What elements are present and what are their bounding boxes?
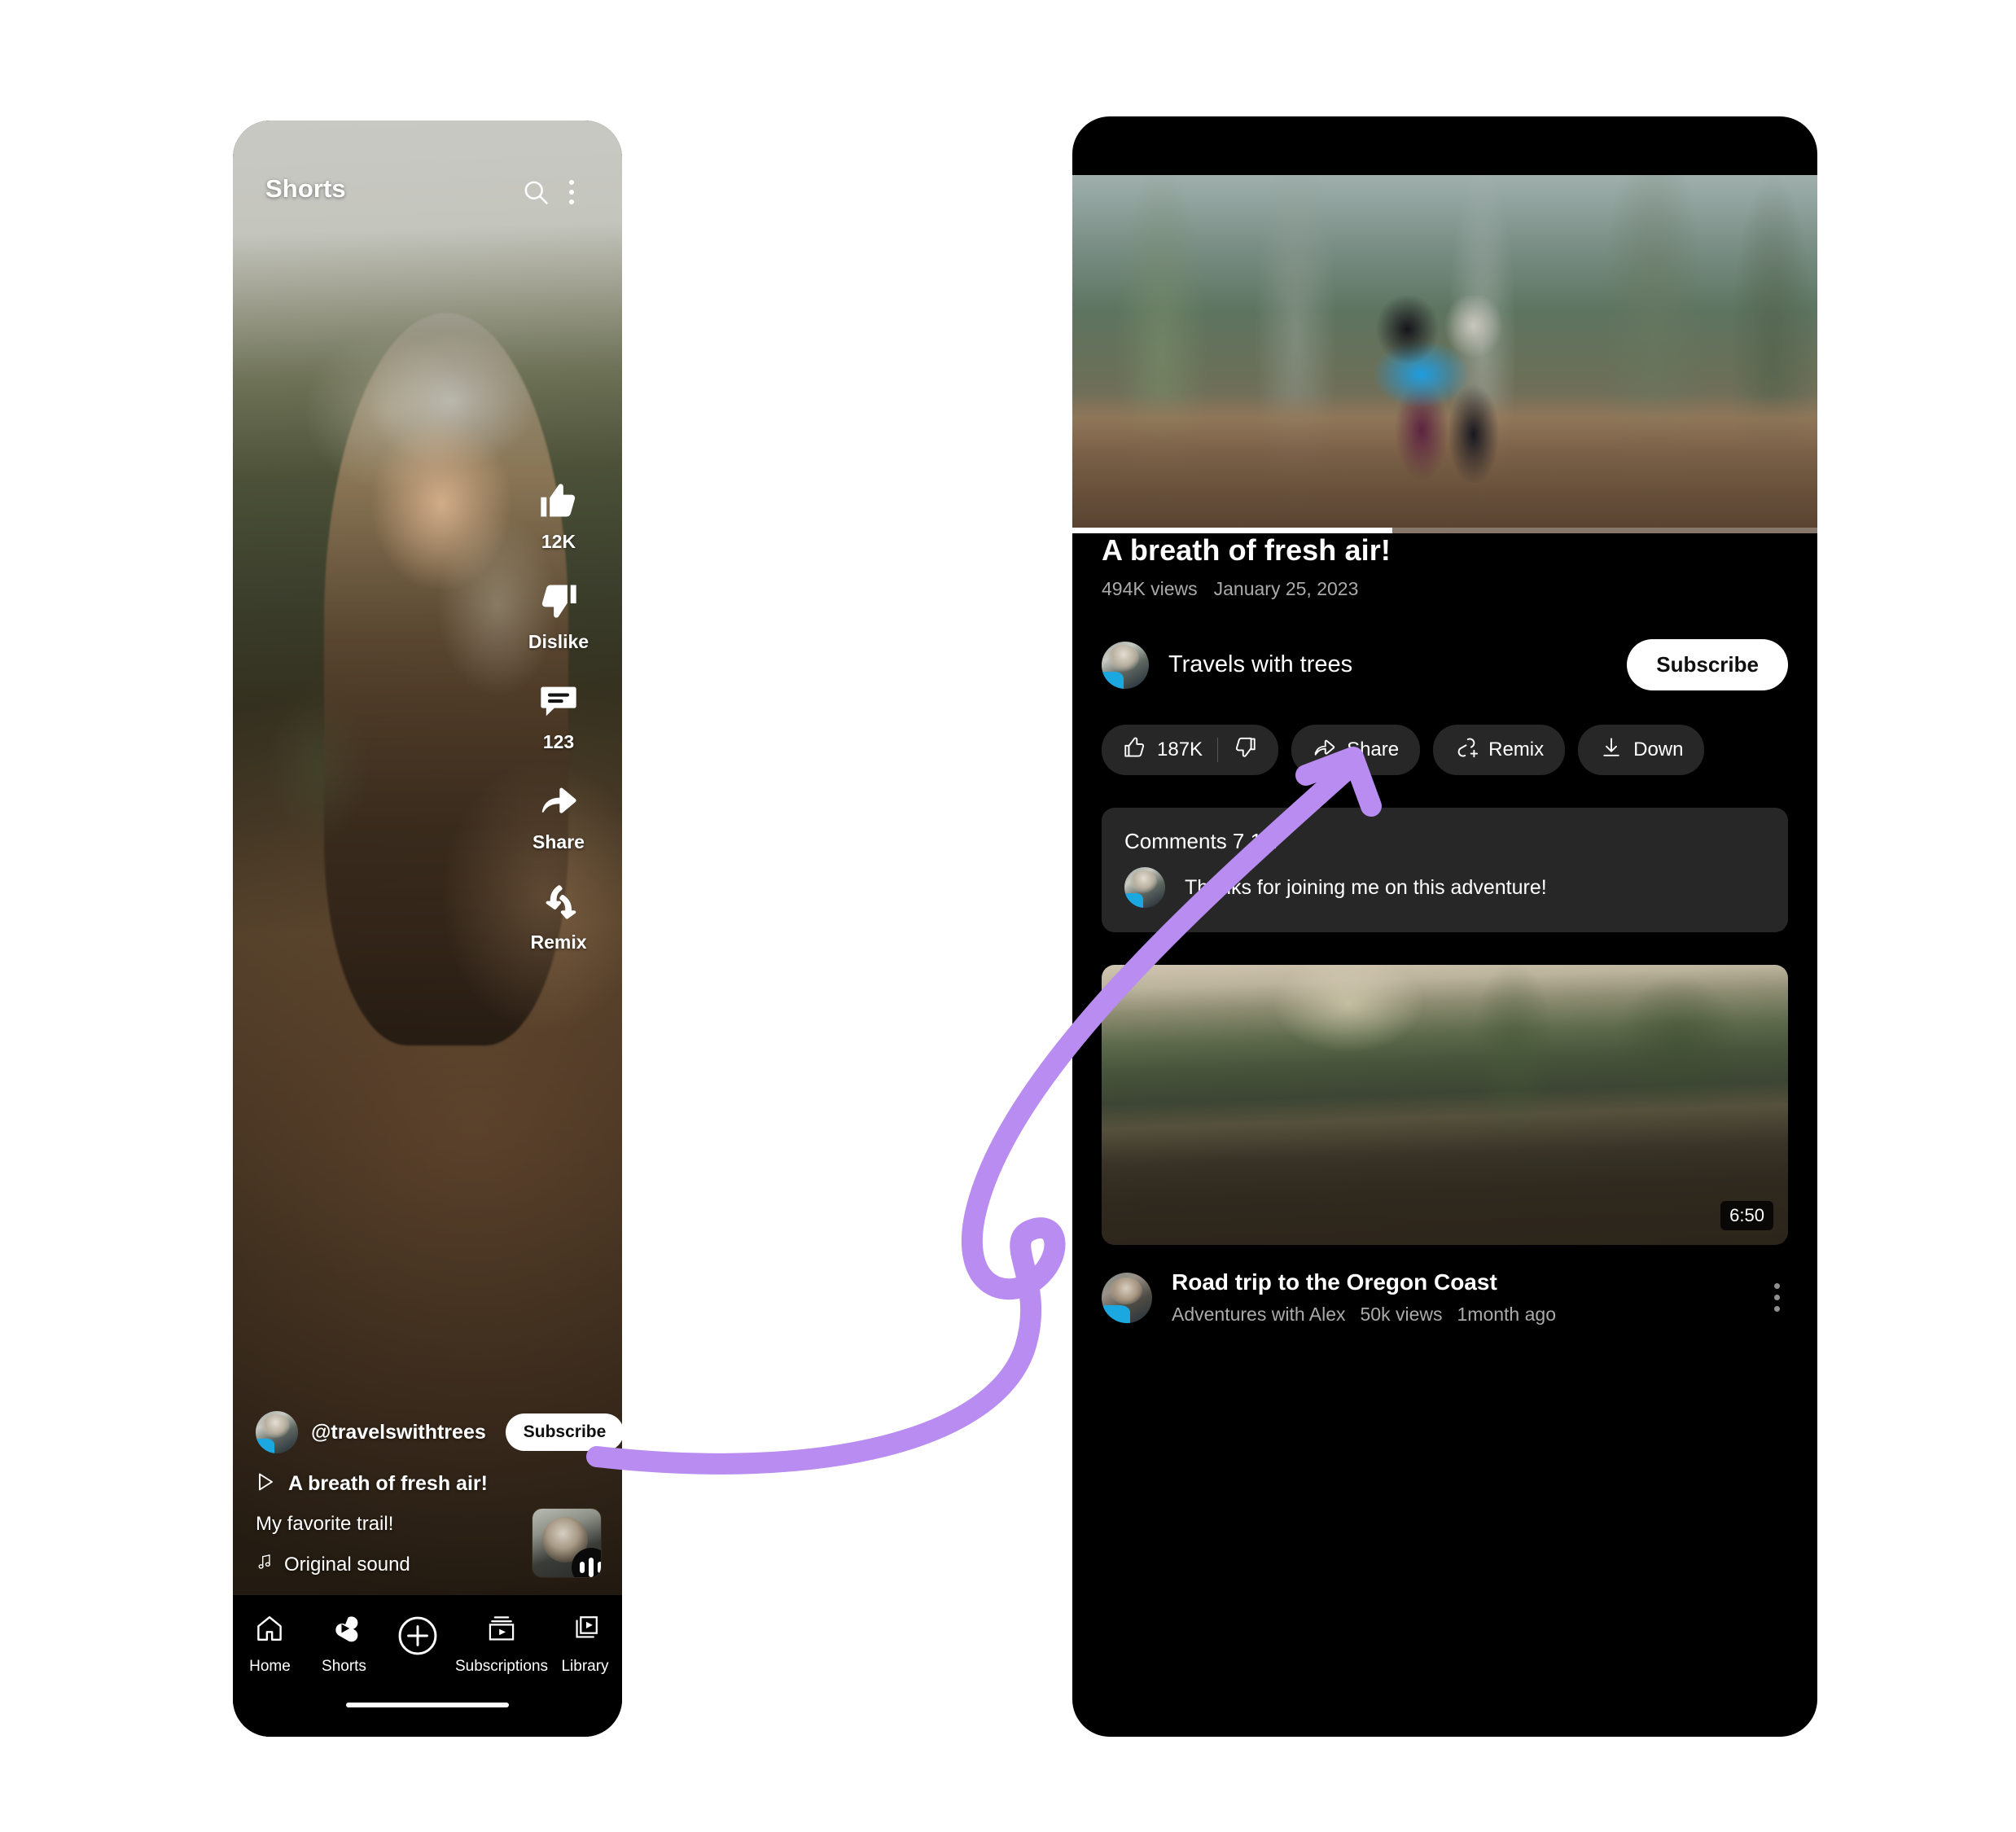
- channel-name[interactable]: Travels with trees: [1168, 651, 1352, 678]
- like-dislike-pill[interactable]: 187K: [1102, 725, 1279, 775]
- video-player[interactable]: [1072, 175, 1817, 533]
- subscribe-button[interactable]: Subscribe: [1627, 639, 1788, 690]
- channel-row[interactable]: Travels with trees Subscribe: [1102, 639, 1788, 690]
- top-comment-text: Thanks for joining me on this adventure!: [1185, 875, 1547, 899]
- library-icon: [570, 1613, 601, 1648]
- share-button[interactable]: Share: [510, 779, 607, 853]
- shorts-action-rail: 12K Dislike 123 Share Remix: [510, 479, 607, 980]
- nav-label-library: Library: [561, 1658, 609, 1675]
- share-pill[interactable]: Share: [1291, 725, 1421, 775]
- video-metadata: 494K views January 25, 2023: [1102, 578, 1788, 600]
- play-triangle-icon: [256, 1471, 275, 1497]
- plus-circle-icon: [395, 1613, 440, 1663]
- nav-label-subscriptions: Subscriptions: [454, 1658, 549, 1675]
- video-progress-bar[interactable]: [1072, 528, 1817, 533]
- remix-icon: [537, 879, 580, 923]
- kebab-menu-icon[interactable]: [554, 174, 589, 210]
- shorts-channel-row[interactable]: @travelswithtrees Subscribe: [256, 1411, 622, 1453]
- shorts-phone-mockup: Shorts 12K Dislike 123 Share Remix @trav…: [233, 121, 622, 1737]
- nav-item-subscriptions[interactable]: Subscriptions: [455, 1613, 548, 1676]
- like-count: 187K: [1157, 738, 1203, 760]
- nav-label-shorts: Shorts: [322, 1658, 366, 1675]
- sound-thumbnail[interactable]: [532, 1509, 601, 1577]
- like-button[interactable]: 12K: [510, 479, 607, 553]
- shorts-header-title: Shorts: [265, 174, 346, 203]
- suggested-video-thumbnail[interactable]: 6:50: [1102, 965, 1788, 1245]
- download-icon: [1599, 735, 1624, 765]
- kebab-menu-icon[interactable]: [1766, 1278, 1788, 1317]
- subscribe-button[interactable]: Subscribe: [505, 1413, 622, 1451]
- dislike-button[interactable]: Dislike: [510, 579, 607, 653]
- pill-divider: [1217, 738, 1219, 762]
- dislike-label: Dislike: [528, 631, 589, 652]
- remix-label: Remix: [530, 931, 587, 953]
- suggested-video-texts: Road trip to the Oregon Coast Adventures…: [1172, 1269, 1746, 1326]
- comment-icon: [537, 679, 580, 723]
- home-indicator: [346, 1703, 509, 1707]
- suggested-video-row[interactable]: Road trip to the Oregon Coast Adventures…: [1102, 1269, 1788, 1326]
- thumbs-down-outline-icon[interactable]: [1233, 735, 1257, 765]
- download-pill[interactable]: Down: [1578, 725, 1705, 775]
- share-arrow-icon: [537, 779, 580, 823]
- suggested-channel-name: Adventures with Alex: [1172, 1304, 1346, 1325]
- watch-content: A breath of fresh air! 494K views Januar…: [1072, 533, 1817, 1326]
- comments-button[interactable]: 123: [510, 679, 607, 753]
- shorts-sound-row[interactable]: Original sound: [256, 1552, 524, 1577]
- watch-phone-mockup: A breath of fresh air! 494K views Januar…: [1072, 116, 1817, 1737]
- remix-pill[interactable]: Remix: [1433, 725, 1566, 775]
- bottom-navigation-bar: Home Shorts Subscriptions Library: [233, 1595, 622, 1737]
- nav-item-shorts[interactable]: Shorts: [307, 1613, 381, 1676]
- avatar[interactable]: [1102, 1272, 1152, 1323]
- avatar[interactable]: [256, 1411, 298, 1453]
- search-icon[interactable]: [518, 174, 554, 210]
- nav-item-create[interactable]: [381, 1613, 455, 1663]
- avatar: [1124, 867, 1165, 908]
- suggested-view-count: 50k views: [1360, 1304, 1443, 1325]
- comments-card[interactable]: Comments 7.1K Thanks for joining me on t…: [1102, 808, 1788, 932]
- video-view-count: 494K views: [1102, 578, 1198, 599]
- remix-label: Remix: [1488, 738, 1545, 760]
- video-publish-date: January 25, 2023: [1213, 578, 1359, 599]
- home-icon: [254, 1613, 285, 1648]
- remix-button[interactable]: Remix: [510, 879, 607, 953]
- video-duration-badge: 6:50: [1720, 1201, 1773, 1230]
- share-label: Share: [1347, 738, 1400, 760]
- nav-item-home[interactable]: Home: [233, 1613, 307, 1676]
- video-title: A breath of fresh air!: [1102, 533, 1391, 567]
- nav-item-library[interactable]: Library: [548, 1613, 622, 1676]
- shorts-top-bar: Shorts: [233, 121, 622, 291]
- remix-outline-icon: [1454, 735, 1479, 765]
- share-label: Share: [532, 831, 585, 852]
- share-outline-icon: [1313, 735, 1337, 765]
- sound-name: Original sound: [284, 1553, 410, 1576]
- comments-heading: Comments 7.1K: [1124, 829, 1277, 853]
- screenshot-canvas: Shorts 12K Dislike 123 Share Remix @trav…: [0, 0, 2016, 1832]
- shorts-title-row[interactable]: A breath of fresh air!: [256, 1471, 524, 1497]
- thumbs-up-outline-icon[interactable]: [1123, 735, 1147, 765]
- like-count: 12K: [541, 531, 576, 552]
- subscriptions-icon: [486, 1613, 517, 1648]
- thumbs-down-icon: [537, 579, 580, 623]
- download-label: Down: [1633, 738, 1684, 760]
- suggested-video-metadata: Adventures with Alex 50k views 1month ag…: [1172, 1304, 1746, 1326]
- nav-label-home: Home: [249, 1658, 291, 1675]
- shorts-video-description: My favorite trail!: [256, 1513, 394, 1535]
- action-pill-row: 187K Share Remix Down: [1102, 725, 1788, 775]
- music-note-icon: [256, 1552, 274, 1577]
- shorts-video-info: @travelswithtrees Subscribe A breath of …: [256, 1411, 622, 1577]
- thumbs-up-icon: [537, 479, 580, 523]
- player-subjects: [1326, 296, 1563, 483]
- suggested-video-title: Road trip to the Oregon Coast: [1172, 1269, 1497, 1295]
- shorts-icon: [328, 1613, 359, 1648]
- video-progress-fill: [1072, 528, 1393, 533]
- suggested-upload-age: 1month ago: [1457, 1304, 1556, 1325]
- channel-handle[interactable]: @travelswithtrees: [311, 1421, 486, 1444]
- top-comment-row: Thanks for joining me on this adventure!: [1124, 867, 1765, 908]
- avatar[interactable]: [1102, 641, 1149, 689]
- shorts-video-title: A breath of fresh air!: [288, 1472, 488, 1495]
- comment-count: 123: [542, 731, 575, 752]
